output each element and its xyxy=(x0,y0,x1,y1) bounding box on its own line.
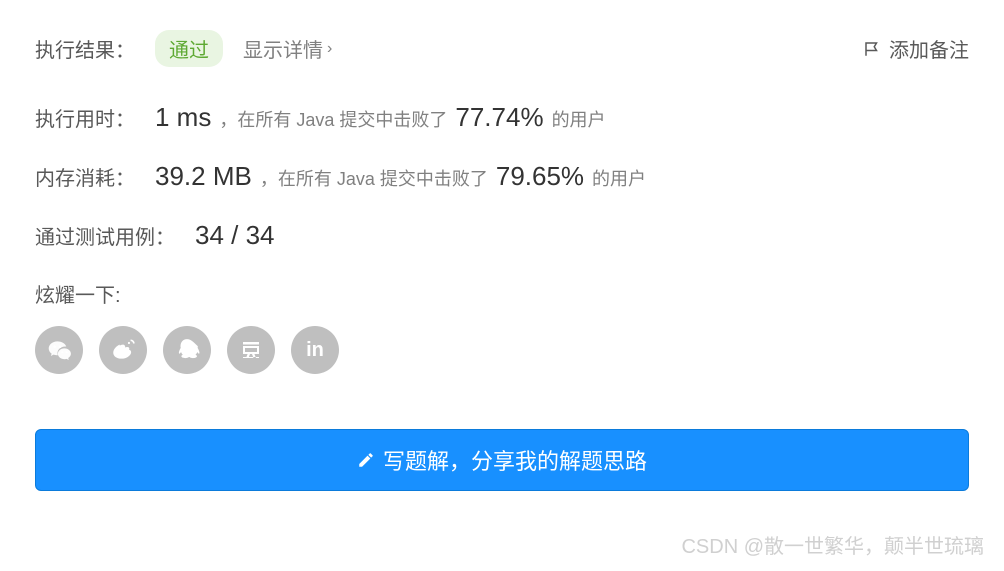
show-details-link[interactable]: 显示详情 › xyxy=(243,34,332,63)
watermark: CSDN @散一世繁华，颠半世琉璃 xyxy=(681,530,984,559)
runtime-suffix: 的用户 xyxy=(552,106,606,132)
linkedin-icon: in xyxy=(306,339,324,362)
share-icons-row: in xyxy=(35,326,969,374)
pencil-icon xyxy=(357,451,375,469)
qq-share-button[interactable] xyxy=(163,326,211,374)
weibo-share-button[interactable] xyxy=(99,326,147,374)
flag-icon xyxy=(863,40,881,58)
testcases-value: 34 / 34 xyxy=(195,220,275,251)
memory-row: 内存消耗： 39.2 MB ，在所有 Java 提交中击败了 79.65% 的用… xyxy=(35,161,969,192)
show-details-text: 显示详情 xyxy=(243,34,323,63)
chevron-right-icon: › xyxy=(327,40,332,58)
douban-icon xyxy=(239,338,263,362)
runtime-row: 执行用时： 1 ms ，在所有 Java 提交中击败了 77.74% 的用户 xyxy=(35,102,969,133)
runtime-prefix: ，在所有 Java 提交中击败了 xyxy=(219,106,447,132)
status-badge: 通过 xyxy=(155,30,223,67)
douban-share-button[interactable] xyxy=(227,326,275,374)
result-label: 执行结果： xyxy=(35,34,135,63)
testcases-label: 通过测试用例： xyxy=(35,221,175,250)
runtime-percent: 77.74% xyxy=(455,102,543,133)
wechat-icon xyxy=(46,337,72,363)
write-solution-button[interactable]: 写题解，分享我的解题思路 xyxy=(35,429,969,491)
memory-label: 内存消耗： xyxy=(35,162,135,191)
write-solution-text: 写题解，分享我的解题思路 xyxy=(383,444,647,476)
weibo-icon xyxy=(110,337,136,363)
share-label: 炫耀一下: xyxy=(35,279,969,308)
testcases-row: 通过测试用例： 34 / 34 xyxy=(35,220,969,251)
memory-suffix: 的用户 xyxy=(592,165,646,191)
runtime-label: 执行用时： xyxy=(35,103,135,132)
memory-value: 39.2 MB xyxy=(155,161,252,192)
memory-percent: 79.65% xyxy=(496,161,584,192)
memory-prefix: ，在所有 Java 提交中击败了 xyxy=(260,165,488,191)
wechat-share-button[interactable] xyxy=(35,326,83,374)
linkedin-share-button[interactable]: in xyxy=(291,326,339,374)
add-note-button[interactable]: 添加备注 xyxy=(863,34,969,63)
qq-icon xyxy=(174,337,200,363)
add-note-text: 添加备注 xyxy=(889,34,969,63)
runtime-value: 1 ms xyxy=(155,102,211,133)
